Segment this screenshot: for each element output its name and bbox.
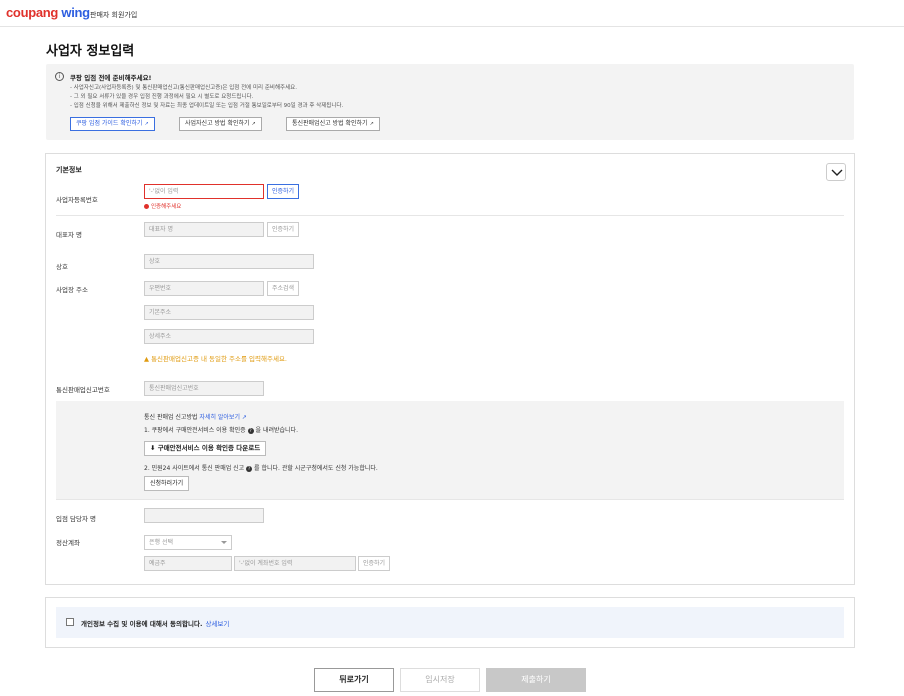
business-number-verify-button[interactable]: 인증하기: [267, 184, 300, 199]
ecommerce-report-guide-label: 통신판매업신고 방법 확인하기: [292, 120, 368, 127]
agreement-label: 개인정보 수집 및 이용에 대해서 동의합니다.: [81, 620, 203, 628]
section-title: 기본정보: [56, 166, 82, 174]
divider: [56, 215, 844, 216]
help-icon[interactable]: ?: [246, 465, 253, 472]
external-link-icon: ↗: [241, 414, 247, 421]
notice-line: - 입점 신청을 위해서 제출하신 정보 및 자료는 최종 업데이트일 또는 입…: [70, 103, 344, 109]
account-holder-input[interactable]: 예금주: [144, 556, 232, 571]
manager-name-input[interactable]: [144, 508, 264, 523]
guide-detail-link[interactable]: 자세히 알아보기 ↗: [199, 414, 247, 421]
guide-step2: 2. 민원24 사이트에서 통신 판매업 신고 ? 를 합니다. 관할 시군구청…: [144, 463, 378, 472]
error-icon: [144, 204, 149, 209]
chevron-down-icon: [221, 541, 227, 544]
logo-wing: wing: [61, 5, 90, 20]
postal-code-input[interactable]: 우편번호: [144, 281, 264, 296]
warning-icon: ▲: [144, 355, 149, 363]
guide-detail-link-text: 자세히 알아보기: [199, 414, 240, 421]
guide-title-text: 통신 판매업 신고방법: [144, 414, 198, 421]
divider: [56, 499, 844, 500]
representative-input[interactable]: 대표자 명: [144, 222, 264, 237]
logo-coupang: coupang: [6, 5, 59, 20]
back-button[interactable]: 뒤로가기: [314, 668, 394, 692]
agreement-text: 개인정보 수집 및 이용에 대해서 동의합니다. 상세보기: [81, 618, 229, 628]
agreement-card: 개인정보 수집 및 이용에 대해서 동의합니다. 상세보기: [45, 597, 855, 648]
notice-line: - 그 외 필요 서류가 있을 경우 입점 진행 과정에서 필요 시 별도로 요…: [70, 94, 254, 100]
business-number-label: 사업자등록번호: [56, 196, 98, 204]
coupang-guide-button[interactable]: 쿠팡 입점 가이드 확인하기 ↗: [70, 117, 155, 131]
bank-select-value: 은행 선택: [149, 539, 173, 546]
company-name-input[interactable]: 상호: [144, 254, 314, 269]
guide-title: 통신 판매업 신고방법 자세히 알아보기 ↗: [144, 412, 247, 421]
business-number-input[interactable]: '-'없이 입력: [144, 184, 264, 199]
bank-select[interactable]: 은행 선택: [144, 535, 232, 550]
help-icon[interactable]: ?: [247, 427, 254, 434]
address-warning-text: 통신판매업신고증 내 동일한 주소를 입력해주세요.: [151, 355, 287, 363]
external-link-icon: ↗: [144, 121, 149, 127]
manager-label: 입점 담당자 명: [56, 515, 97, 523]
agreement-detail-link[interactable]: 상세보기: [205, 620, 229, 628]
agreement-checkbox[interactable]: [66, 618, 74, 626]
ecommerce-report-guide-button[interactable]: 통신판매업신고 방법 확인하기 ↗: [286, 117, 380, 131]
settlement-label: 정산계좌: [56, 539, 80, 547]
agreement-box: 개인정보 수집 및 이용에 대해서 동의합니다. 상세보기: [56, 607, 844, 638]
page-title: 사업자 정보입력: [46, 44, 135, 59]
business-report-guide-label: 사업자신고 방법 확인하기: [185, 120, 250, 127]
save-draft-button[interactable]: 임시저장: [400, 668, 480, 692]
ecommerce-number-input[interactable]: 통신판매업신고번호: [144, 381, 264, 396]
address-label: 사업장 주소: [56, 286, 88, 294]
info-icon: i: [55, 72, 64, 81]
address-warning: ▲ 통신판매업신고증 내 동일한 주소를 입력해주세요.: [144, 353, 287, 363]
coupang-wing-logo[interactable]: coupang wing: [6, 5, 90, 20]
ecommerce-number-label: 통신판매업신고번호: [56, 386, 110, 394]
notice-box: i 쿠팡 입점 전에 준비해주세요! - 사업자신고(사업자등록증) 및 통신판…: [46, 64, 854, 140]
download-icon: ⬇: [150, 444, 156, 452]
account-number-input[interactable]: '-'없이 계좌번호 입력: [234, 556, 356, 571]
external-link-icon: ↗: [369, 121, 374, 127]
guide-step2-text: 2. 민원24 사이트에서 통신 판매업 신고: [144, 465, 245, 472]
ecommerce-guide-box: 통신 판매업 신고방법 자세히 알아보기 ↗ 1. 쿠팡에서 구매안전서비스 이…: [56, 401, 844, 499]
account-verify-button[interactable]: 인증하기: [358, 556, 391, 571]
top-bar: coupang wing 판매자 회원가입: [0, 0, 904, 27]
download-certificate-button[interactable]: ⬇ 구매안전서비스 이용 확인증 다운로드: [144, 441, 267, 456]
business-report-guide-button[interactable]: 사업자신고 방법 확인하기 ↗: [179, 117, 262, 131]
error-text: 인증해주세요: [151, 204, 182, 210]
header-subtitle: 판매자 회원가입: [90, 11, 138, 19]
business-number-error: 인증해주세요: [144, 202, 181, 210]
basic-info-card: 기본정보 사업자등록번호 '-'없이 입력 인증하기 인증해주세요 대표자 명 …: [45, 153, 855, 585]
address-search-button[interactable]: 주소검색: [267, 281, 300, 296]
apply-button[interactable]: 신청하러가기: [144, 476, 190, 491]
notice-title: 쿠팡 입점 전에 준비해주세요!: [70, 74, 152, 82]
guide-step1: 1. 쿠팡에서 구매안전서비스 이용 확인증 ? 을 내려받습니다.: [144, 425, 298, 434]
chevron-down-icon: [831, 169, 843, 176]
external-link-icon: ↗: [251, 121, 256, 127]
notice-line: - 사업자신고(사업자등록증) 및 통신판매업신고(통신판매업신고증)은 입점 …: [70, 85, 297, 91]
guide-step2-suffix: 를 합니다. 관할 시군구청에서도 신청 가능합니다.: [254, 465, 378, 472]
company-name-label: 상호: [56, 263, 68, 271]
detail-address-input[interactable]: 상세주소: [144, 329, 314, 344]
representative-label: 대표자 명: [56, 231, 82, 239]
collapse-button[interactable]: [826, 163, 846, 181]
download-certificate-label: 구매안전서비스 이용 확인증 다운로드: [157, 444, 261, 452]
guide-step1-suffix: 을 내려받습니다.: [255, 427, 298, 434]
base-address-input[interactable]: 기본주소: [144, 305, 314, 320]
representative-verify-button[interactable]: 인증하기: [267, 222, 300, 237]
submit-button[interactable]: 제출하기: [486, 668, 586, 692]
coupang-guide-label: 쿠팡 입점 가이드 확인하기: [76, 120, 143, 127]
guide-step1-text: 1. 쿠팡에서 구매안전서비스 이용 확인증: [144, 427, 246, 434]
